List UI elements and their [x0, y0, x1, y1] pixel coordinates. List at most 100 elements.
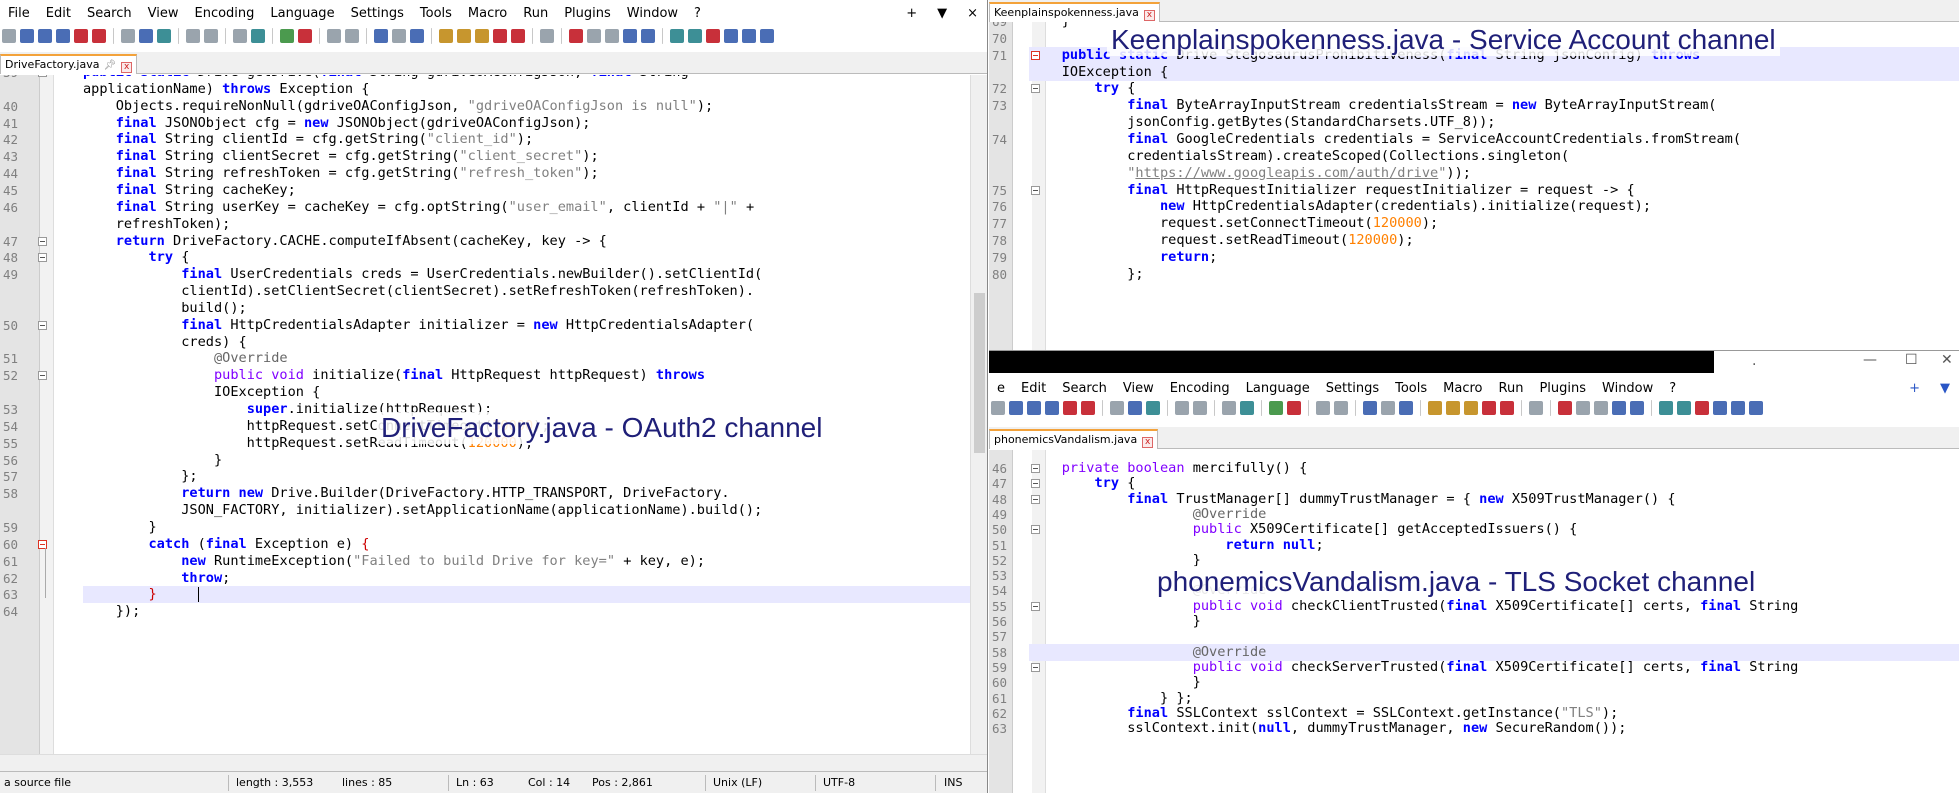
- fold-toggle-icon[interactable]: [38, 253, 47, 263]
- menu-item-edit[interactable]: Edit: [38, 6, 79, 21]
- horizontal-scrollbar[interactable]: [0, 754, 987, 771]
- toolbar-icon[interactable]: [1399, 401, 1413, 415]
- toolbar-icon[interactable]: [1175, 401, 1189, 415]
- toolbar-icon[interactable]: [1027, 401, 1041, 415]
- toolbar-icon[interactable]: [298, 29, 312, 43]
- menu-item-settings[interactable]: Settings: [1318, 381, 1387, 396]
- toolbar-icon[interactable]: [439, 29, 453, 43]
- toolbar-icon[interactable]: [587, 29, 601, 43]
- toolbar-icon[interactable]: [1659, 401, 1673, 415]
- menu-item-e[interactable]: e: [989, 381, 1013, 396]
- menu-item-file[interactable]: File: [0, 6, 38, 21]
- toolbar-icon[interactable]: [1063, 401, 1077, 415]
- status-encoding[interactable]: UTF-8: [823, 776, 855, 789]
- toolbar-icon[interactable]: [280, 29, 294, 43]
- toolbar-icon[interactable]: [1529, 401, 1543, 415]
- menu-item-[interactable]: ?: [686, 6, 709, 21]
- toolbar-icon[interactable]: [392, 29, 406, 43]
- toolbar-icon[interactable]: [1009, 401, 1023, 415]
- toolbar-icon[interactable]: [511, 29, 525, 43]
- toolbar-icon[interactable]: [233, 29, 247, 43]
- menu-item-run[interactable]: Run: [1491, 381, 1532, 396]
- tab-phonemicsvandalism[interactable]: phonemicsVandalism.java x: [989, 429, 1159, 449]
- new-tab-button[interactable]: +: [903, 6, 920, 21]
- fold-toggle-icon[interactable]: [1031, 525, 1040, 535]
- toolbar-icon[interactable]: [1558, 401, 1572, 415]
- fold-toggle-icon[interactable]: [1031, 662, 1040, 672]
- toolbar-icon[interactable]: [2, 29, 16, 43]
- toolbar-icon[interactable]: [724, 29, 738, 43]
- status-eol[interactable]: Unix (LF): [713, 776, 762, 789]
- menu-item-view[interactable]: View: [1115, 381, 1162, 396]
- toolbar-icon[interactable]: [688, 29, 702, 43]
- scroll-thumb[interactable]: [974, 293, 985, 453]
- toolbar-icon[interactable]: [1045, 401, 1059, 415]
- toolbar-icon[interactable]: [1594, 401, 1608, 415]
- tab-drivefactory[interactable]: DriveFactory.java 📌︎ x: [0, 54, 138, 74]
- toolbar-icon[interactable]: [1731, 401, 1745, 415]
- menu-item-encoding[interactable]: Encoding: [1162, 381, 1238, 396]
- menu-item-window[interactable]: Window: [1594, 381, 1661, 396]
- toolbar-icon[interactable]: [204, 29, 218, 43]
- tab-list-button[interactable]: ▼: [934, 6, 950, 21]
- toolbar-icon[interactable]: [623, 29, 637, 43]
- toolbar-icon[interactable]: [991, 401, 1005, 415]
- close-button[interactable]: ×: [964, 6, 981, 21]
- fold-toggle-icon[interactable]: [38, 236, 47, 246]
- menu-item-language[interactable]: Language: [1238, 381, 1318, 396]
- fold-toggle-icon[interactable]: [1031, 601, 1040, 611]
- toolbar-icon[interactable]: [1334, 401, 1348, 415]
- toolbar-icon[interactable]: [139, 29, 153, 43]
- toolbar-icon[interactable]: [1316, 401, 1330, 415]
- toolbar-icon[interactable]: [742, 29, 756, 43]
- code-editor[interactable]: 69 }7071 public static Drive Stegosaurus…: [989, 22, 1959, 350]
- close-tab-icon[interactable]: x: [121, 62, 133, 73]
- toolbar-icon[interactable]: [1446, 401, 1460, 415]
- toolbar-icon[interactable]: [569, 29, 583, 43]
- menu-item-tools[interactable]: Tools: [412, 6, 460, 21]
- toolbar-icon[interactable]: [92, 29, 106, 43]
- new-tab-button[interactable]: +: [1906, 381, 1923, 396]
- toolbar-icon[interactable]: [1576, 401, 1590, 415]
- toolbar-icon[interactable]: [760, 29, 774, 43]
- toolbar-icon[interactable]: [1695, 401, 1709, 415]
- fold-toggle-icon[interactable]: [1031, 479, 1040, 489]
- fold-toggle-icon[interactable]: [1031, 50, 1040, 60]
- menu-item-macro[interactable]: Macro: [1435, 381, 1490, 396]
- toolbar-icon[interactable]: [1081, 401, 1095, 415]
- toolbar-icon[interactable]: [1128, 401, 1142, 415]
- toolbar-icon[interactable]: [410, 29, 424, 43]
- toolbar-icon[interactable]: [56, 29, 70, 43]
- toolbar-icon[interactable]: [605, 29, 619, 43]
- maximize-button[interactable]: ☐: [1905, 352, 1918, 368]
- menu-item-view[interactable]: View: [140, 6, 187, 21]
- toolbar-icon[interactable]: [475, 29, 489, 43]
- menu-item-macro[interactable]: Macro: [460, 6, 515, 21]
- menu-item-edit[interactable]: Edit: [1013, 381, 1054, 396]
- toolbar-icon[interactable]: [38, 29, 52, 43]
- toolbar-icon[interactable]: [1193, 401, 1207, 415]
- menu-item-encoding[interactable]: Encoding: [186, 6, 262, 21]
- toolbar-icon[interactable]: [1269, 401, 1283, 415]
- toolbar-icon[interactable]: [1146, 401, 1160, 415]
- menu-item-run[interactable]: Run: [515, 6, 556, 21]
- toolbar-icon[interactable]: [1749, 401, 1763, 415]
- toolbar-icon[interactable]: [1381, 401, 1395, 415]
- fold-toggle-icon[interactable]: [38, 371, 47, 381]
- toolbar-icon[interactable]: [1110, 401, 1124, 415]
- fold-toggle-icon[interactable]: [1031, 494, 1040, 504]
- fold-toggle-icon[interactable]: [1031, 464, 1040, 473]
- pin-icon[interactable]: 📌︎: [103, 60, 116, 71]
- toolbar-icon[interactable]: [706, 29, 720, 43]
- menu-item-plugins[interactable]: Plugins: [1531, 381, 1594, 396]
- toolbar-icon[interactable]: [1612, 401, 1626, 415]
- toolbar-icon[interactable]: [1240, 401, 1254, 415]
- toolbar-icon[interactable]: [251, 29, 265, 43]
- toolbar-icon[interactable]: [186, 29, 200, 43]
- toolbar-icon[interactable]: [374, 29, 388, 43]
- fold-toggle-icon[interactable]: [38, 320, 47, 330]
- minimize-button[interactable]: —: [1863, 352, 1877, 368]
- menu-item-window[interactable]: Window: [619, 6, 686, 21]
- toolbar-icon[interactable]: [345, 29, 359, 43]
- toolbar-icon[interactable]: [1630, 401, 1644, 415]
